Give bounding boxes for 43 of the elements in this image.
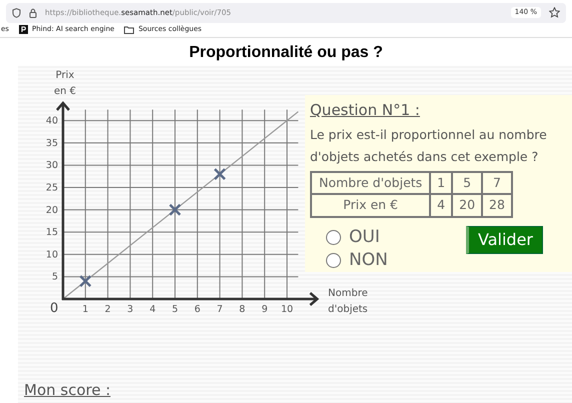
tick-label: 5 <box>172 304 178 315</box>
tick-label: 1 <box>82 304 88 315</box>
radio-button[interactable] <box>326 253 341 268</box>
page-title: Proportionnalité ou pas ? <box>188 43 384 63</box>
tick-label: 4 <box>150 304 156 315</box>
question-title: Question N°1 : <box>310 100 421 121</box>
table-cell: 7 <box>482 172 512 194</box>
tick-label: 3 <box>127 304 134 315</box>
tick-label: 5 <box>52 272 58 283</box>
table-cell: 5 <box>452 172 482 194</box>
validate-button[interactable]: Valider <box>466 226 543 254</box>
tick-label: 25 <box>46 182 58 194</box>
option-label: NON <box>349 249 388 272</box>
tick-label: 8 <box>239 304 246 315</box>
table-cell: Prix en € <box>311 194 430 217</box>
question-text: Le prix est-il proportionnel au nombre d'objets achetés dans cet exemple ? <box>310 126 548 166</box>
table-cell: 4 <box>430 194 452 217</box>
tick-label: 7 <box>216 304 223 315</box>
tick-label: 10 <box>280 304 294 315</box>
table-cell: 28 <box>482 194 512 217</box>
table-cell: Nombre d'objets <box>311 172 430 194</box>
tick-label: 35 <box>46 138 58 149</box>
tick-label: 40 <box>46 116 58 127</box>
table-cell: 20 <box>452 194 482 217</box>
tick-label: 6 <box>194 304 200 315</box>
tick-label: 2 <box>104 304 111 315</box>
tick-label: 30 <box>46 160 58 172</box>
tick-label: 15 <box>46 227 58 238</box>
tick-label: 20 <box>46 204 58 216</box>
origin-label: 0 <box>50 301 58 316</box>
lock-icon[interactable] <box>29 8 37 18</box>
table-cell: 1 <box>430 172 452 194</box>
score-label: Mon score : <box>24 380 111 401</box>
option-label: OUI <box>349 226 380 249</box>
star-icon[interactable] <box>549 7 560 18</box>
site-icon <box>18 25 28 34</box>
folder-icon <box>124 26 134 34</box>
tick-label: 10 <box>46 249 58 260</box>
axis-label: Nombre d'objets <box>328 287 369 317</box>
tick-label: 9 <box>262 304 268 315</box>
axis-label: Prix en € <box>52 69 78 99</box>
shield-icon[interactable] <box>12 8 21 18</box>
radio-button[interactable] <box>326 230 341 245</box>
